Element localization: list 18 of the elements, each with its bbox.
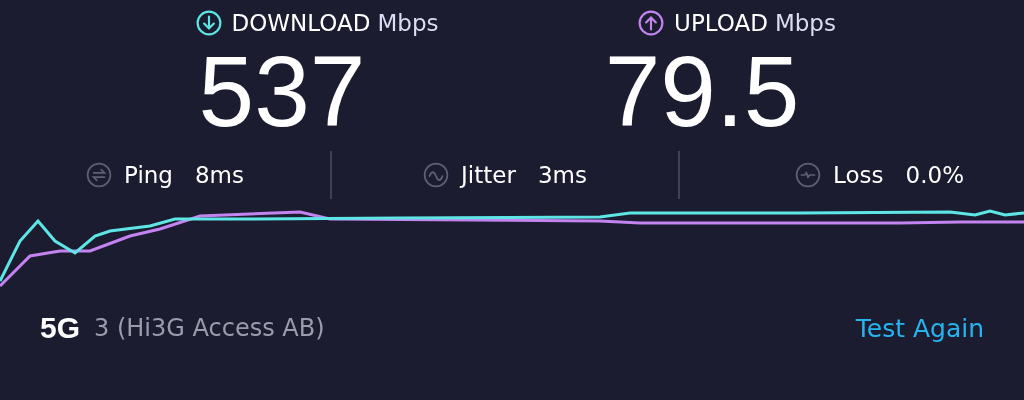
metric-value: 8ms [194, 162, 244, 188]
speed-label: UPLOAD [674, 10, 768, 36]
speed-value: 79.5 [604, 36, 800, 146]
network-name: 3 (Hi3G Access AB) [94, 314, 325, 342]
metric-label: Jitter [461, 162, 516, 188]
metric-label: Loss [833, 162, 884, 188]
metric-value: 0.0% [905, 162, 964, 188]
speed-unit: Mbps [377, 10, 439, 36]
network-type: 5G [40, 311, 81, 345]
metric-value: 3ms [537, 162, 587, 188]
test-again-button[interactable]: Test Again [855, 313, 984, 343]
wave-icon [423, 162, 450, 188]
speed-unit: Mbps [774, 10, 836, 36]
arrows-icon [86, 162, 112, 188]
pulse-icon [795, 162, 822, 188]
speed-label: DOWNLOAD [231, 10, 371, 36]
metric-label: Ping [124, 162, 173, 188]
speed-value: 537 [198, 36, 366, 146]
